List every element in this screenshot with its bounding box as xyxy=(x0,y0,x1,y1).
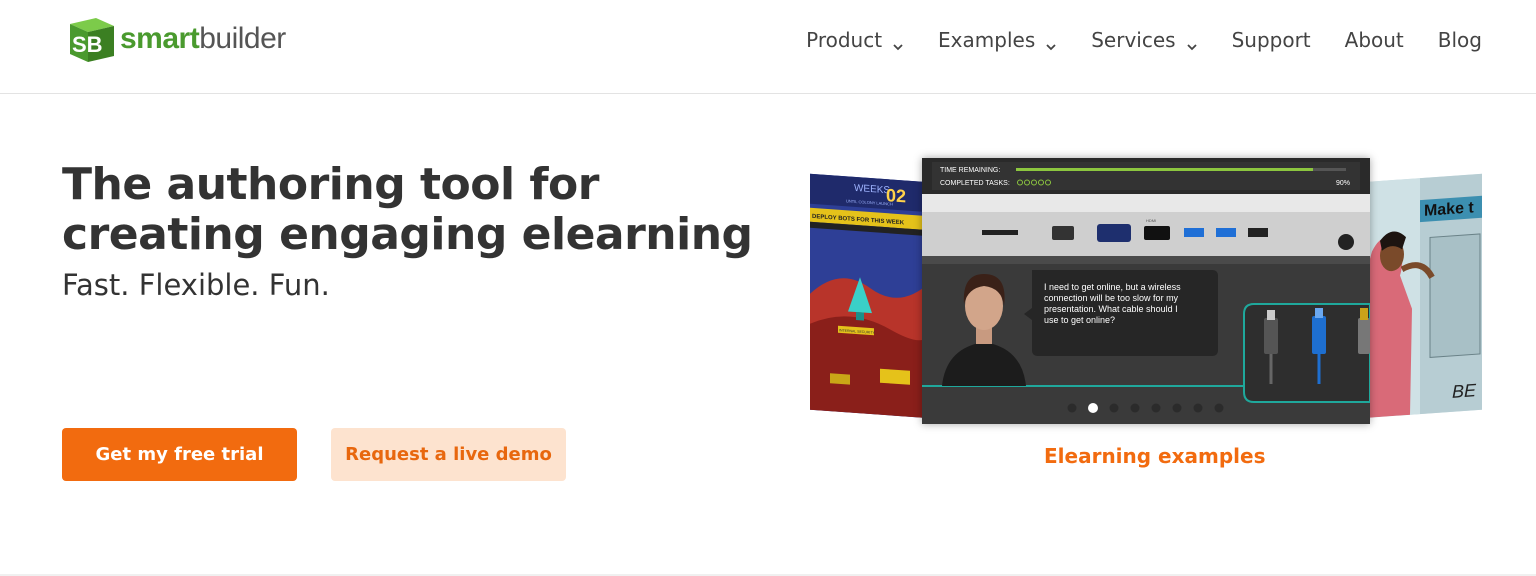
cable-options-panel xyxy=(1243,303,1370,403)
examples-carousel[interactable]: WEEKS 02 UNTIL COLONY LAUNCH DEPLOY BOTS… xyxy=(810,158,1482,424)
nav-services-label: Services xyxy=(1091,28,1176,52)
site-header: SB smartbuilder Product Examples Service… xyxy=(0,0,1536,94)
svg-text:connection will be too slow fo: connection will be too slow for my xyxy=(1044,293,1179,303)
main-nav: Product Examples Services Support About … xyxy=(806,28,1482,52)
carousel-dot-active[interactable] xyxy=(1088,403,1098,413)
hero-subtitle: Fast. Flexible. Fun. xyxy=(62,268,330,302)
elearning-examples-link[interactable]: Elearning examples xyxy=(1044,444,1266,468)
svg-text:I need to get online, but a wi: I need to get online, but a wireless xyxy=(1044,282,1181,292)
nav-examples[interactable]: Examples xyxy=(938,28,1057,52)
svg-text:presentation. What cable shoul: presentation. What cable should I xyxy=(1044,304,1178,314)
hero-title-line1: The authoring tool for xyxy=(62,159,599,210)
free-trial-button[interactable]: Get my free trial xyxy=(62,428,297,481)
carousel-dot[interactable] xyxy=(1193,403,1203,413)
svg-text:Make t: Make t xyxy=(1424,199,1474,220)
percent-label: 90% xyxy=(1336,180,1350,187)
carousel-slide-left[interactable]: WEEKS 02 UNTIL COLONY LAUNCH DEPLOY BOTS… xyxy=(810,173,930,419)
svg-text:BE: BE xyxy=(1452,380,1477,402)
svg-text:use to get online?: use to get online? xyxy=(1044,315,1115,325)
logo-wordmark: smartbuilder xyxy=(120,22,286,56)
nav-about-label: About xyxy=(1344,28,1404,52)
nav-about[interactable]: About xyxy=(1345,28,1404,52)
carousel-slide-right[interactable]: Make t BE xyxy=(1362,173,1482,419)
carousel-dot[interactable] xyxy=(1214,403,1224,413)
carousel-dot[interactable] xyxy=(1172,403,1182,413)
live-demo-button[interactable]: Request a live demo xyxy=(331,428,566,481)
nav-support-label: Support xyxy=(1231,28,1311,52)
carousel-dot[interactable] xyxy=(1067,403,1077,413)
nav-support[interactable]: Support xyxy=(1232,28,1311,52)
nav-blog-label: Blog xyxy=(1437,28,1482,52)
carousel-dot[interactable] xyxy=(1109,403,1119,413)
hero-title-line2: creating engaging elearning xyxy=(62,209,753,260)
svg-text:SB: SB xyxy=(72,32,103,57)
hero-title: The authoring tool for creating engaging… xyxy=(62,160,762,260)
logo-smart: smart xyxy=(120,22,200,55)
nav-product-label: Product xyxy=(806,28,883,52)
sb-cube-logo-icon: SB xyxy=(66,14,118,66)
svg-text:HDMI: HDMI xyxy=(1146,218,1156,223)
carousel-dot[interactable] xyxy=(1151,403,1161,413)
chevron-down-icon xyxy=(1045,34,1057,51)
nav-blog[interactable]: Blog xyxy=(1438,28,1482,52)
smartbuilder-logo[interactable]: SB smartbuilder xyxy=(66,14,286,66)
carousel-dot[interactable] xyxy=(1130,403,1140,413)
logo-builder: builder xyxy=(199,22,286,55)
nav-examples-label: Examples xyxy=(938,28,1036,52)
completed-tasks-label: COMPLETED TASKS: xyxy=(940,180,1010,187)
time-progress-bar xyxy=(1016,168,1313,171)
nav-services[interactable]: Services xyxy=(1091,28,1197,52)
carousel-slide-active[interactable]: TIME REMAINING: COMPLETED TASKS: 90% HDM… xyxy=(922,158,1370,424)
chevron-down-icon xyxy=(892,34,904,51)
chevron-down-icon xyxy=(1186,34,1198,51)
speech-bubble: I need to get online, but a wireless con… xyxy=(1024,270,1218,356)
time-remaining-label: TIME REMAINING: xyxy=(940,167,1000,174)
nav-product[interactable]: Product xyxy=(806,28,904,52)
